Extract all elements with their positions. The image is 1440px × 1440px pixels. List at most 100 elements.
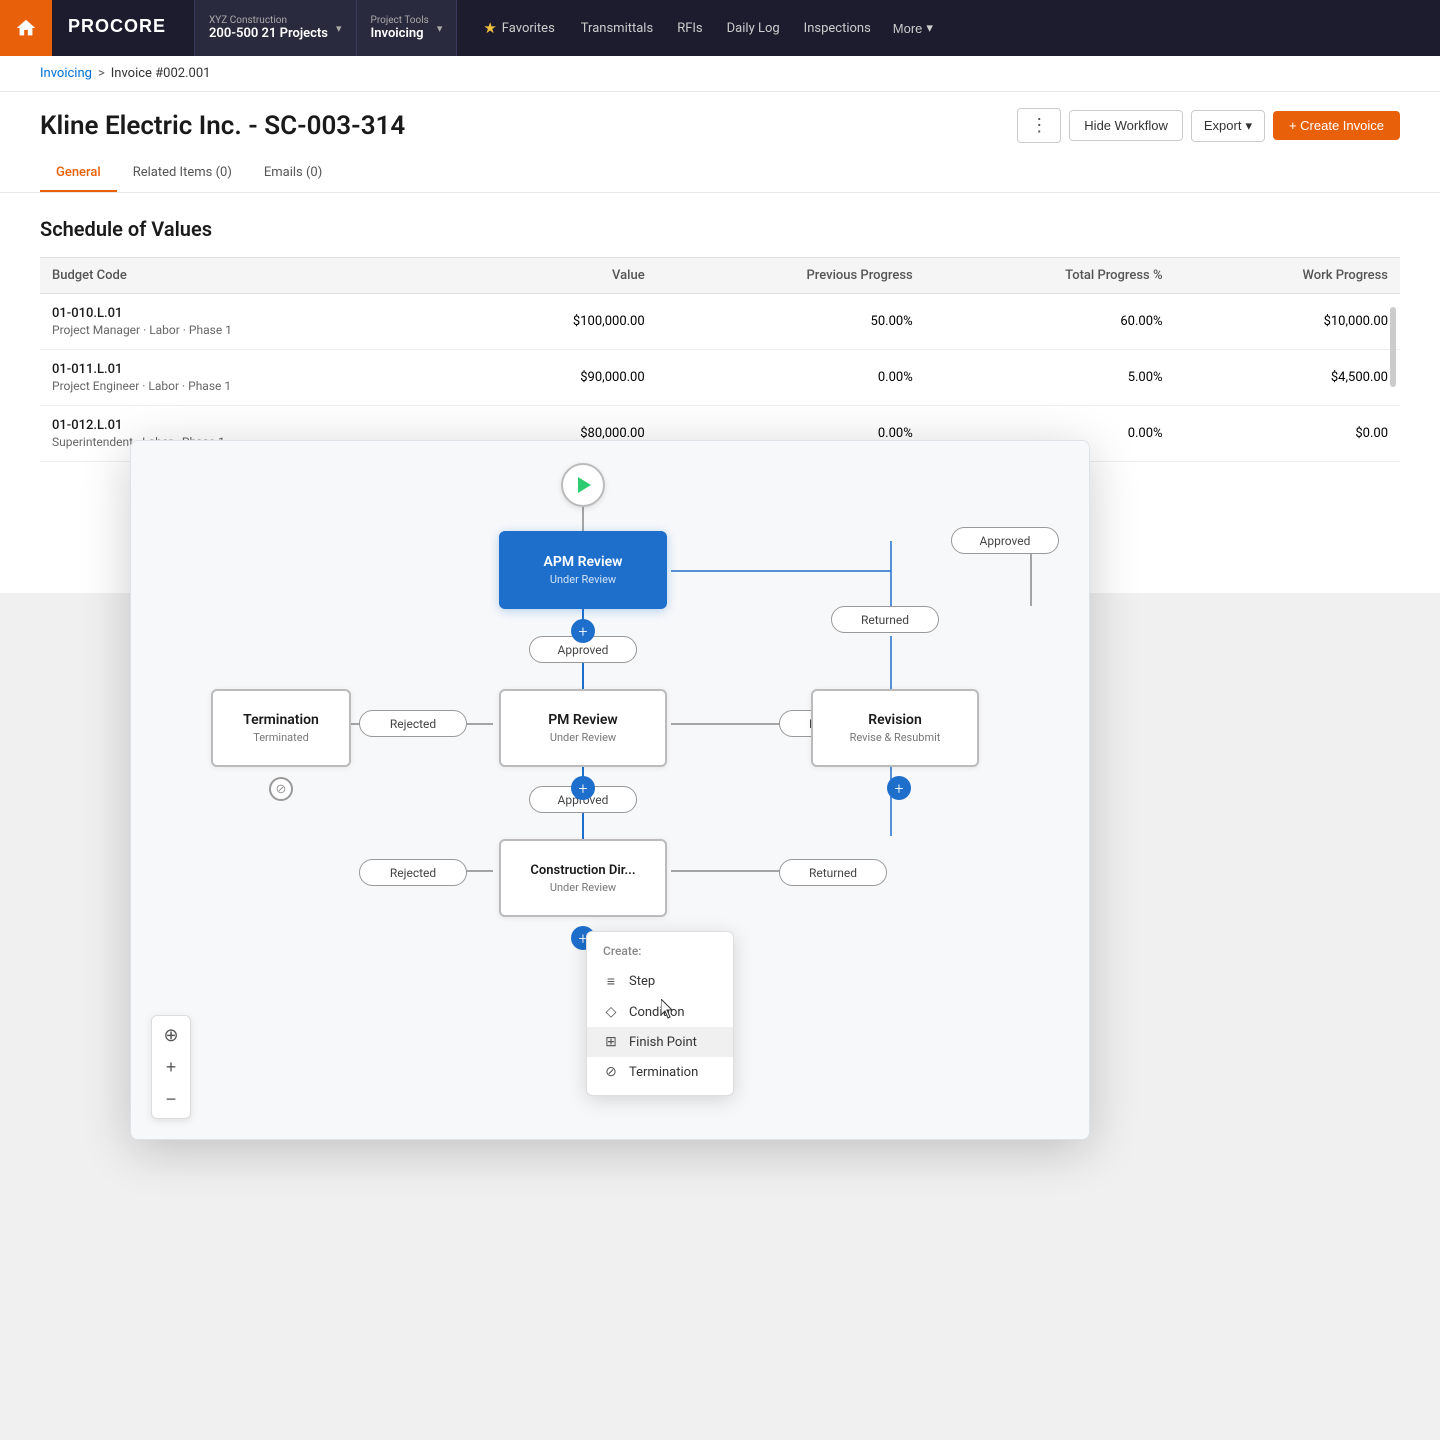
cell-total-progress: 5.00% [925, 350, 1175, 406]
pm-review-sub: Under Review [550, 731, 616, 744]
cell-work-progress: $10,000.00 [1175, 294, 1400, 350]
nav-link-daily-log[interactable]: Daily Log [715, 15, 792, 42]
condition-icon: ◇ [603, 1004, 619, 1020]
cell-budget-code: 01-010.L.01 Project Manager · Labor · Ph… [40, 294, 460, 350]
nav-link-inspections[interactable]: Inspections [792, 15, 883, 42]
svg-text:PROCORE: PROCORE [68, 16, 166, 36]
sov-table-container: Budget Code Value Previous Progress Tota… [40, 257, 1400, 462]
budget-code-label: 01-011.L.01 [52, 362, 448, 377]
export-arrow-icon: ▾ [1245, 118, 1252, 134]
col-total-progress: Total Progress % [925, 258, 1175, 294]
table-row: 01-010.L.01 Project Manager · Labor · Ph… [40, 294, 1400, 350]
compass-button[interactable]: ⊕ [156, 1020, 186, 1050]
step-icon: ≡ [603, 973, 619, 990]
project-name: 200-500 21 Projects [209, 26, 328, 41]
workflow-start-node[interactable] [561, 463, 605, 507]
workflow-panel: APM Review Under Review + Approved Appro… [130, 440, 1090, 1140]
col-work-progress: Work Progress [1175, 258, 1400, 294]
finish-point-icon: ⊞ [603, 1034, 619, 1050]
context-menu-item-condition[interactable]: ◇ Condition [587, 997, 733, 1027]
pm-plus-button[interactable]: + [571, 776, 595, 800]
revision-node[interactable]: Revision Revise & Resubmit [811, 689, 979, 767]
returned-pill-3[interactable]: Returned [779, 859, 887, 886]
tab-general[interactable]: General [40, 155, 117, 192]
more-dots-button[interactable]: ⋮ [1017, 108, 1061, 143]
zoom-in-button[interactable]: + [156, 1052, 186, 1082]
termination-node[interactable]: Termination Terminated [211, 689, 351, 767]
play-icon [578, 477, 591, 493]
breadcrumb: Invoicing > Invoice #002.001 [0, 56, 1440, 92]
tools-label: Project Tools [371, 15, 429, 26]
revision-label: Revision [868, 712, 922, 728]
nav-link-transmittals[interactable]: Transmittals [569, 15, 665, 42]
context-menu-item-termination[interactable]: ⊘ Termination [587, 1057, 733, 1087]
procore-logo: PROCORE [52, 15, 194, 41]
apm-plus-button[interactable]: + [571, 619, 595, 643]
col-value: Value [460, 258, 657, 294]
page-title: Kline Electric Inc. - SC-003-314 [40, 111, 405, 141]
context-menu: Create: ≡ Step ◇ Condition ⊞ Finish Poin… [586, 931, 734, 1096]
table-row: 01-011.L.01 Project Engineer · Labor · P… [40, 350, 1400, 406]
hide-workflow-button[interactable]: Hide Workflow [1069, 110, 1183, 141]
project-tools-selector[interactable]: Project Tools Invoicing ▾ [357, 0, 458, 56]
rejected-pill-1[interactable]: Rejected [359, 710, 467, 737]
home-button[interactable] [0, 0, 52, 56]
termination-sub: Terminated [253, 731, 309, 744]
favorites-button[interactable]: ★ Favorites [473, 13, 564, 43]
context-menu-item-finish-point[interactable]: ⊞ Finish Point [587, 1027, 733, 1057]
pm-review-node[interactable]: PM Review Under Review [499, 689, 667, 767]
cell-work-progress: $0.00 [1175, 406, 1400, 462]
tab-related-items[interactable]: Related Items (0) [117, 155, 248, 192]
cell-work-progress: $4,500.00 [1175, 350, 1400, 406]
tools-dropdown-arrow: ▾ [437, 22, 443, 35]
breadcrumb-parent[interactable]: Invoicing [40, 66, 92, 81]
context-menu-header: Create: [587, 940, 733, 966]
page-tabs: General Related Items (0) Emails (0) [40, 155, 1400, 192]
approved-pill-top-right[interactable]: Approved [951, 527, 1059, 554]
rejected-pill-2[interactable]: Rejected [359, 859, 467, 886]
tools-name: Invoicing [371, 26, 429, 41]
revision-plus-button[interactable]: + [887, 776, 911, 800]
cell-prev-progress: 0.00% [657, 350, 925, 406]
workflow-canvas: APM Review Under Review + Approved Appro… [131, 441, 1089, 1139]
export-button[interactable]: Export ▾ [1191, 110, 1265, 142]
construction-dir-node[interactable]: Construction Dir... Under Review [499, 839, 667, 917]
nav-links: Transmittals RFIs Daily Log Inspections … [569, 14, 943, 42]
zoom-out-button[interactable]: − [156, 1084, 186, 1114]
cursor-pointer [661, 999, 673, 1017]
col-prev-progress: Previous Progress [657, 258, 925, 294]
project-selector[interactable]: XYZ Construction 200-500 21 Projects ▾ [194, 0, 357, 56]
nav-link-rfis[interactable]: RFIs [665, 15, 714, 42]
tab-emails[interactable]: Emails (0) [248, 155, 338, 192]
apm-review-node[interactable]: APM Review Under Review [499, 531, 667, 609]
page-header: Kline Electric Inc. - SC-003-314 ⋮ Hide … [0, 92, 1440, 193]
step-label: Step [629, 974, 655, 989]
breadcrumb-separator: > [98, 66, 105, 81]
budget-code-label: 01-012.L.01 [52, 418, 448, 433]
scroll-indicator[interactable] [1390, 307, 1396, 387]
apm-review-sub: Under Review [550, 573, 616, 586]
project-dropdown-arrow: ▾ [336, 22, 342, 35]
termination-icon: ⊘ [603, 1064, 619, 1080]
more-dropdown-arrow: ▾ [926, 20, 933, 36]
top-navigation: PROCORE XYZ Construction 200-500 21 Proj… [0, 0, 1440, 56]
cell-value: $90,000.00 [460, 350, 657, 406]
create-invoice-button[interactable]: + Create Invoice [1273, 111, 1400, 140]
returned-pill-1[interactable]: Returned [831, 606, 939, 633]
construction-dir-label: Construction Dir... [530, 863, 635, 878]
sov-title: Schedule of Values [40, 217, 1400, 241]
col-budget-code: Budget Code [40, 258, 460, 294]
construction-dir-sub: Under Review [550, 881, 616, 894]
home-icon [15, 17, 37, 39]
cell-total-progress: 60.00% [925, 294, 1175, 350]
nav-more-button[interactable]: More ▾ [883, 14, 943, 42]
cell-prev-progress: 50.00% [657, 294, 925, 350]
context-menu-item-step[interactable]: ≡ Step [587, 966, 733, 997]
page-actions: ⋮ Hide Workflow Export ▾ + Create Invoic… [1017, 108, 1400, 143]
finish-point-label: Finish Point [629, 1035, 697, 1050]
sov-table: Budget Code Value Previous Progress Tota… [40, 257, 1400, 462]
budget-code-desc: Project Engineer · Labor · Phase 1 [52, 379, 448, 393]
cell-value: $100,000.00 [460, 294, 657, 350]
revision-sub: Revise & Resubmit [850, 731, 941, 744]
budget-code-label: 01-010.L.01 [52, 306, 448, 321]
